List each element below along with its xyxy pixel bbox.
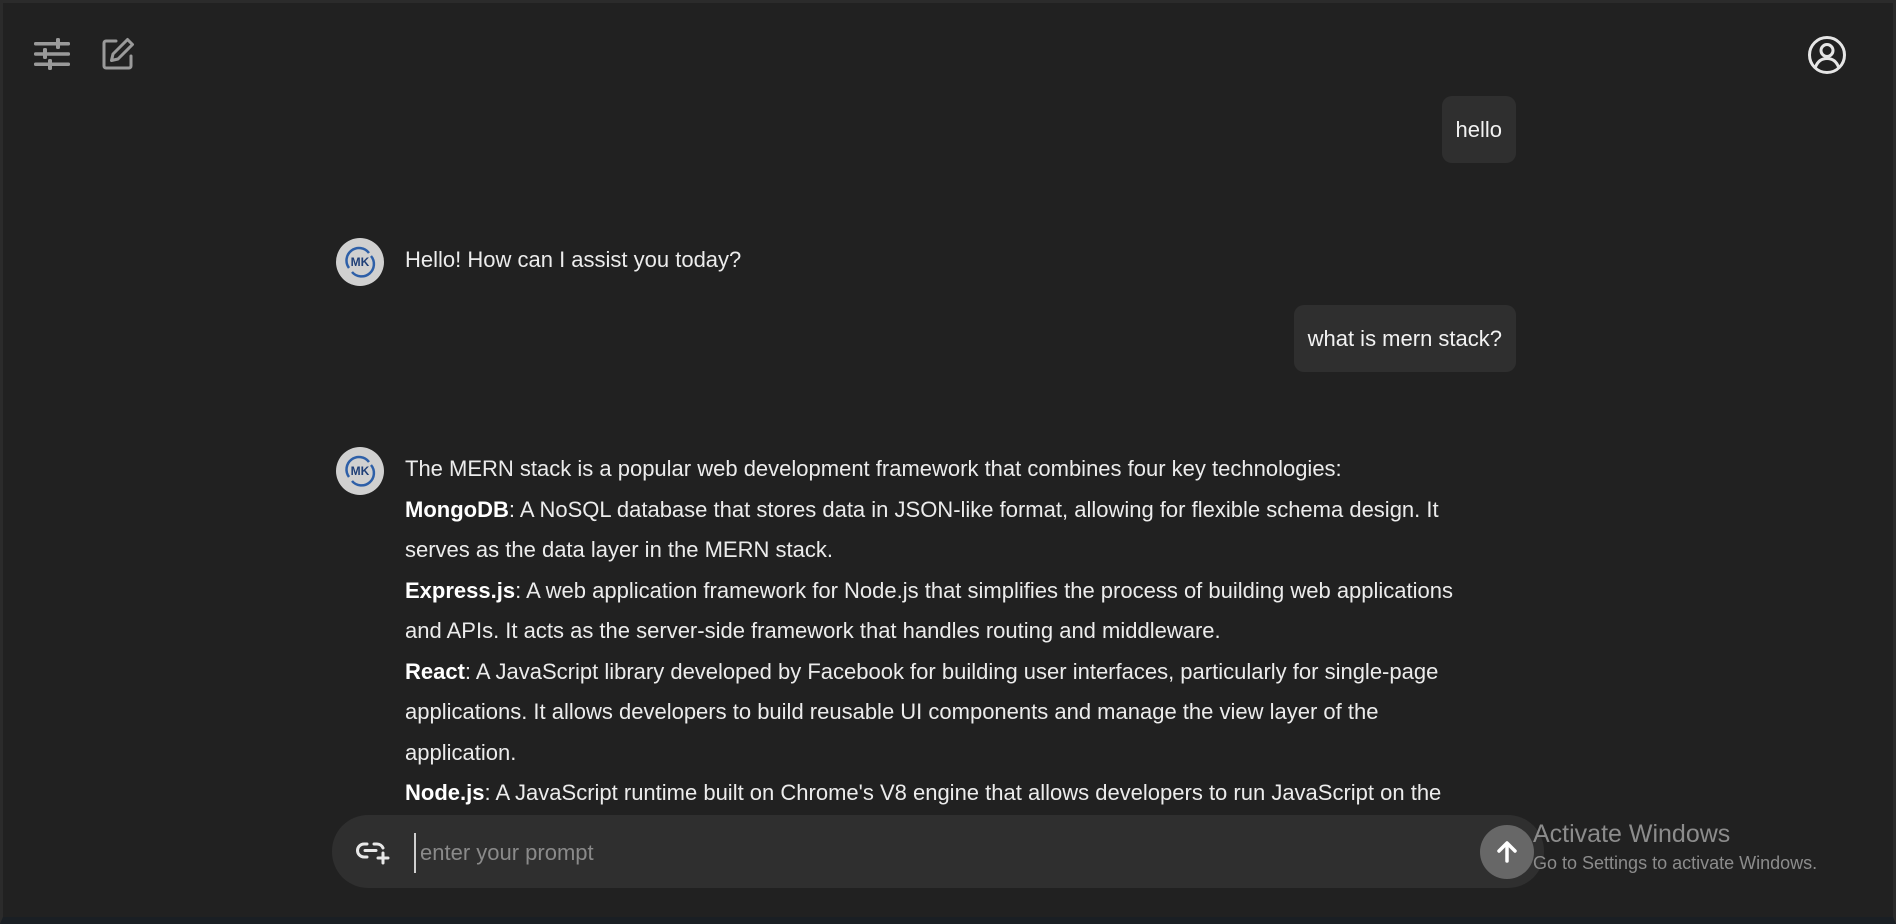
chat-thread[interactable]: hello MK Hello! How can I assist you tod… [334,95,1516,815]
item-term: MongoDB [405,496,509,522]
watermark-subtitle: Go to Settings to activate Windows. [1533,853,1818,873]
reply-item-express: Express.js: A web application framework … [405,571,1494,652]
settings-button[interactable] [32,36,72,72]
watermark-title: Activate Windows [1533,820,1731,848]
link-plus-icon [356,842,390,865]
assistant-avatar: MK [336,447,384,495]
prompt-input[interactable] [414,833,1422,873]
reply-item-react: React: A JavaScript library developed by… [405,652,1494,774]
assistant-message: MK The MERN stack is a popular web devel… [334,447,1494,814]
svg-text:MK: MK [351,255,370,269]
assistant-text: The MERN stack is a popular web developm… [405,447,1494,814]
activate-windows-watermark: Activate Windows Go to Settings to activ… [1533,818,1817,876]
user-message: hello [1441,96,1516,163]
prompt-composer [332,815,1544,888]
send-button[interactable] [1480,825,1534,879]
user-message: what is mern stack? [1293,305,1516,372]
item-term: Node.js [405,780,485,805]
item-term: React [405,658,465,684]
profile-button[interactable] [1806,34,1848,76]
item-desc: : A web application framework for Node.j… [405,577,1454,644]
new-chat-button[interactable] [100,34,136,74]
sliders-icon [34,38,70,70]
arrow-up-icon [1497,841,1517,863]
reply-item-nodejs: Node.js: A JavaScript runtime built on C… [405,773,1494,814]
mk-logo-icon: MK [345,246,376,278]
edit-icon [102,38,134,70]
assistant-text: Hello! How can I assist you today? [405,238,1494,281]
reply-item-mongodb: MongoDB: A NoSQL database that stores da… [405,490,1494,571]
item-desc: : A JavaScript library developed by Face… [405,658,1439,765]
item-desc: : A JavaScript runtime built on Chrome's… [484,780,1442,805]
reply-intro: The MERN stack is a popular web developm… [405,456,1342,481]
mk-logo-icon: MK [345,455,376,487]
item-term: Express.js [405,577,516,603]
attach-link-button[interactable] [354,833,392,871]
svg-text:MK: MK [351,464,370,478]
assistant-reply: Hello! How can I assist you today? [405,247,742,272]
item-desc: : A NoSQL database that stores data in J… [405,496,1439,563]
assistant-avatar: MK [336,238,384,286]
assistant-message: MK Hello! How can I assist you today? [334,238,1494,286]
user-circle-icon [1808,36,1846,74]
